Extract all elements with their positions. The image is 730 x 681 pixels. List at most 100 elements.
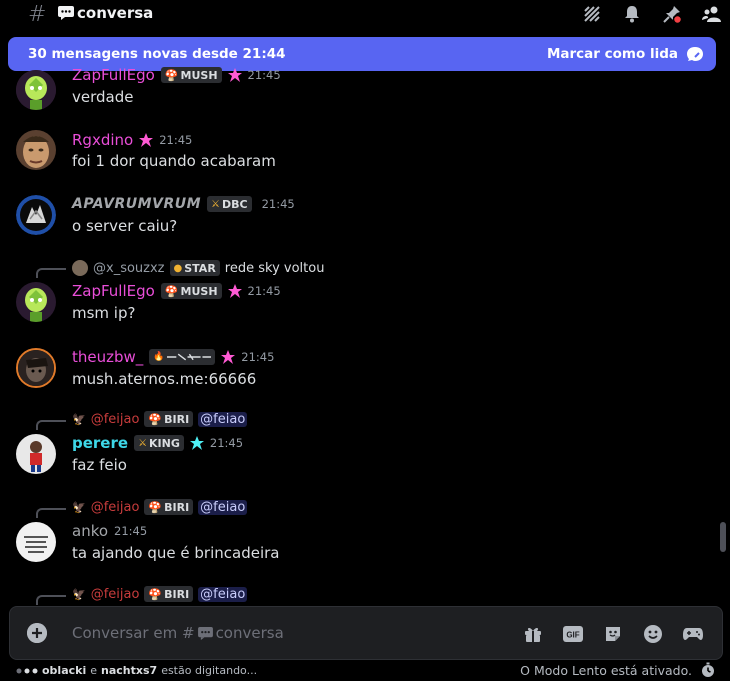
timestamp: 21:45 xyxy=(159,133,193,147)
nitro-boost-icon xyxy=(189,436,204,450)
reply-username[interactable]: @feijao xyxy=(91,500,140,515)
scrollbar-thumb[interactable] xyxy=(720,522,726,552)
username[interactable]: Rgxdino xyxy=(72,131,133,149)
bell-icon[interactable] xyxy=(622,4,642,24)
typing-user: oblacki xyxy=(42,664,87,677)
threads-icon[interactable] xyxy=(582,4,602,24)
message[interactable]: theuzbw_ 🔥 21:45 mush.aternos.me:66666 xyxy=(0,346,715,396)
reply-avatar xyxy=(72,260,88,276)
plus-icon xyxy=(27,623,47,643)
username[interactable]: ZapFullEgo xyxy=(72,282,155,300)
nitro-boost-icon xyxy=(221,350,236,364)
message-input[interactable]: Conversar em # conversa xyxy=(72,624,284,642)
slowmode-text: O Modo Lento está ativado. xyxy=(520,662,692,678)
reply-guild-tag: 🍄 BIRI xyxy=(144,499,194,515)
guild-tag[interactable]: ⚔ KING xyxy=(134,435,184,451)
message[interactable]: Rgxdino 21:45 foi 1 dor quando acabaram xyxy=(0,130,715,180)
message[interactable]: @x_souzxz ● STAR rede sky voltou ZapFullE… xyxy=(0,258,715,328)
sticker-icon[interactable] xyxy=(602,623,624,645)
message-text: faz feio xyxy=(72,456,127,474)
message-composer[interactable]: Conversar em # conversa GIF xyxy=(9,606,723,660)
avatar[interactable] xyxy=(16,522,56,562)
username[interactable]: perere xyxy=(72,434,128,452)
avatar[interactable] xyxy=(16,348,56,388)
guild-tag[interactable]: 🔥 xyxy=(149,349,216,365)
reply-guild-tag: 🍄 BIRI xyxy=(144,411,194,427)
timestamp: 21:45 xyxy=(241,350,275,364)
reply-avatar: 🦅 xyxy=(72,412,86,426)
mushroom-icon: 🍄 xyxy=(148,412,163,426)
speech-bubble-icon xyxy=(58,6,74,20)
avatar[interactable] xyxy=(16,130,56,170)
timestamp: 21:45 xyxy=(114,524,148,538)
reply-preview[interactable]: 🦅 @feijao 🍄 BIRI @feiao xyxy=(72,411,248,427)
flame-icon: 🔥 xyxy=(153,352,165,362)
message-text: verdade xyxy=(72,88,134,106)
glitch-tag-art xyxy=(166,353,212,361)
reply-connector xyxy=(36,508,66,518)
speech-bubble-icon xyxy=(197,626,213,640)
apps-icon[interactable] xyxy=(682,623,704,645)
avatar[interactable] xyxy=(16,434,56,474)
placeholder-prefix: Conversar em # xyxy=(72,624,195,642)
channel-header: # conversa xyxy=(0,0,730,36)
typing-user: nachtxs7 xyxy=(101,664,158,677)
gif-label: GIF xyxy=(566,631,579,640)
pin-icon[interactable] xyxy=(662,4,682,24)
message-text: mush.aternos.me:66666 xyxy=(72,370,257,388)
message[interactable]: APAVRUMVRUM ⚔ DBC 21:45 o server caiu? xyxy=(0,195,715,245)
message[interactable]: 🦅 @feijao 🍄 BIRI @feiao xyxy=(0,585,715,605)
header-toolbar xyxy=(582,4,722,24)
composer-toolbar: GIF xyxy=(522,623,704,645)
mark-as-read-label: Marcar como lida xyxy=(546,46,678,62)
timestamp: 21:45 xyxy=(247,284,281,298)
message[interactable]: 🦅 @feijao 🍄 BIRI @feiao anko 21:45 ta aja… xyxy=(0,498,715,568)
gift-icon[interactable] xyxy=(522,623,544,645)
typing-indicator: oblacki e nachtxs7 estão digitando... xyxy=(16,664,257,677)
coin-icon: ● xyxy=(173,262,183,274)
reply-mention[interactable]: @feiao xyxy=(198,586,248,602)
sword-icon: ⚔ xyxy=(138,437,148,449)
reply-username[interactable]: @feijao xyxy=(91,412,140,427)
avatar[interactable] xyxy=(16,282,56,322)
mushroom-icon: 🍄 xyxy=(148,500,163,514)
reply-connector xyxy=(36,595,66,605)
message-text: foi 1 dor quando acabaram xyxy=(72,152,276,170)
reply-avatar: 🦅 xyxy=(72,500,86,514)
reply-preview[interactable]: @x_souzxz ● STAR rede sky voltou xyxy=(72,260,324,276)
placeholder-channel: conversa xyxy=(215,624,284,642)
mark-as-read-button[interactable]: Marcar como lida xyxy=(547,46,704,62)
message[interactable]: 🦅 @feijao 🍄 BIRI @feiao perere ⚔ KING 21:4… xyxy=(0,410,715,480)
typing-conjunction: e xyxy=(90,664,98,677)
avatar[interactable] xyxy=(16,70,56,110)
gif-icon[interactable]: GIF xyxy=(562,623,584,645)
nitro-boost-icon xyxy=(139,133,154,147)
avatar[interactable] xyxy=(16,195,56,235)
mushroom-icon: 🍄 xyxy=(164,68,179,82)
username[interactable]: ZapFullEgo xyxy=(72,66,155,84)
emoji-icon[interactable] xyxy=(642,623,664,645)
message[interactable]: ZapFullEgo 🍄 MUSH 21:45 verdade xyxy=(0,66,715,116)
username[interactable]: theuzbw_ xyxy=(72,348,143,366)
username[interactable]: anko xyxy=(72,522,108,540)
stopwatch-icon xyxy=(702,662,714,677)
message-text: msm ip? xyxy=(72,304,136,322)
guild-tag[interactable]: 🍄 MUSH xyxy=(160,67,222,83)
members-icon[interactable] xyxy=(702,4,722,24)
reply-preview[interactable]: 🦅 @feijao 🍄 BIRI @feiao xyxy=(72,499,248,515)
reply-mention[interactable]: @feiao xyxy=(198,411,248,427)
timestamp: 21:45 xyxy=(209,436,244,450)
guild-tag[interactable]: ⚔ DBC xyxy=(207,196,252,212)
reply-mention[interactable]: @feiao xyxy=(198,499,248,515)
add-attachment-button[interactable] xyxy=(27,623,47,643)
reply-guild-tag: 🍄 BIRI xyxy=(144,586,194,602)
guild-tag[interactable]: 🍄 MUSH xyxy=(160,283,222,299)
sword-icon: ⚔ xyxy=(211,198,220,210)
channel-name: conversa xyxy=(77,4,154,22)
reply-username[interactable]: @x_souzxz xyxy=(93,261,165,276)
reply-username[interactable]: @feijao xyxy=(91,587,140,602)
nitro-boost-icon xyxy=(227,68,242,82)
reply-preview[interactable]: 🦅 @feijao 🍄 BIRI @feiao xyxy=(72,586,248,602)
mark-read-icon xyxy=(687,47,703,61)
username[interactable]: APAVRUMVRUM xyxy=(72,196,201,212)
